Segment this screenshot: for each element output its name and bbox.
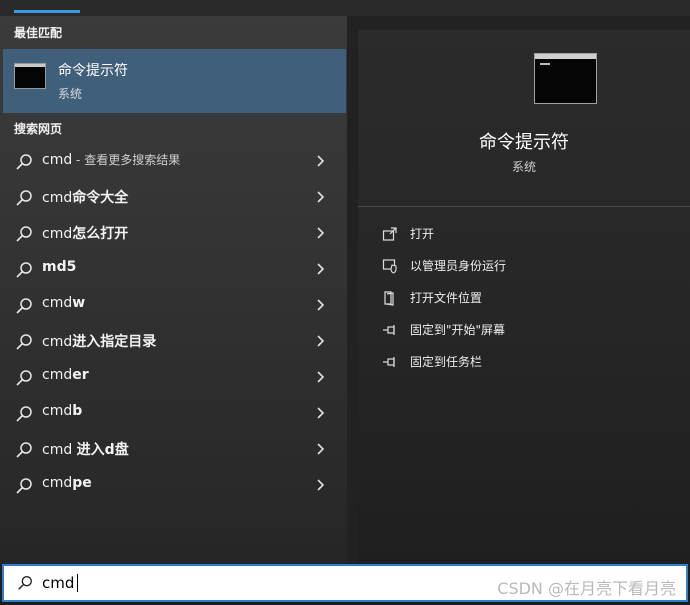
best-match-item[interactable]: 命令提示符 系统 <box>3 49 346 113</box>
web-result-item[interactable]: cmd进入指定目录 <box>0 323 347 359</box>
action-label: 打开文件位置 <box>410 291 483 305</box>
action-label: 打开 <box>410 227 435 241</box>
chevron-right-icon <box>317 299 325 311</box>
chevron-right-icon <box>317 335 325 347</box>
top-strip <box>0 0 690 16</box>
action-label: 固定到任务栏 <box>410 355 483 369</box>
folder-location-icon <box>384 291 394 306</box>
web-result-item[interactable]: cmd 进入d盘 <box>0 431 347 467</box>
best-match-heading: 最佳匹配 <box>14 26 63 40</box>
web-result-item[interactable]: cmdw <box>0 287 347 323</box>
search-icon <box>16 226 32 242</box>
results-pane: 最佳匹配 命令提示符 系统 搜索网页 cmd - 查看更多搜索结果 cmd命令大… <box>0 16 347 564</box>
best-match-title: 命令提示符 <box>58 63 128 79</box>
search-icon <box>16 478 32 494</box>
web-search-heading: 搜索网页 <box>14 122 63 136</box>
search-icon <box>16 190 32 206</box>
search-icon <box>16 334 32 350</box>
preview-pane: 命令提示符 系统 打开 以管理员身份运行 打开文件位置 固定到"开始"屏幕 固定… <box>358 30 690 564</box>
chevron-right-icon <box>317 191 325 203</box>
shield-icon <box>382 259 397 274</box>
chevron-right-icon <box>317 227 325 239</box>
search-icon <box>16 406 32 422</box>
best-match-subtitle: 系统 <box>58 87 83 101</box>
open-icon <box>382 227 397 241</box>
pin-icon <box>383 325 395 335</box>
action-list: 打开 以管理员身份运行 打开文件位置 固定到"开始"屏幕 固定到任务栏 <box>358 222 690 382</box>
web-result-label: cmd进入指定目录 <box>42 334 157 350</box>
active-tab-indicator <box>14 10 80 13</box>
divider <box>358 206 690 207</box>
action-pin-to-start[interactable]: 固定到"开始"屏幕 <box>358 318 690 350</box>
command-prompt-icon <box>534 53 597 104</box>
web-search-list: cmd - 查看更多搜索结果 cmd命令大全 cmd怎么打开 md5 cmdw … <box>0 143 347 503</box>
web-result-item[interactable]: cmd命令大全 <box>0 179 347 215</box>
web-result-item[interactable]: md5 <box>0 251 347 287</box>
preview-app-title: 命令提示符 <box>479 132 569 153</box>
chevron-right-icon <box>317 407 325 419</box>
web-result-item[interactable]: cmd怎么打开 <box>0 215 347 251</box>
web-result-label: cmd怎么打开 <box>42 226 129 242</box>
action-open-file-location[interactable]: 打开文件位置 <box>358 286 690 318</box>
action-label: 固定到"开始"屏幕 <box>410 323 506 337</box>
action-open[interactable]: 打开 <box>358 222 690 254</box>
web-result-label: cmd命令大全 <box>42 190 129 206</box>
web-result-item[interactable]: cmdpe <box>0 467 347 503</box>
web-result-item[interactable]: cmdb <box>0 395 347 431</box>
web-result-label: md5 <box>42 259 77 275</box>
chevron-right-icon <box>317 443 325 455</box>
preview-app-subtitle: 系统 <box>511 160 536 174</box>
chevron-right-icon <box>317 371 325 383</box>
web-result-label: cmd - 查看更多搜索结果 <box>42 152 181 168</box>
watermark: CSDN @在月亮下看月亮 <box>497 579 676 598</box>
web-result-item[interactable]: cmder <box>0 359 347 395</box>
action-pin-to-taskbar[interactable]: 固定到任务栏 <box>358 350 690 382</box>
action-label: 以管理员身份运行 <box>410 259 507 273</box>
search-icon <box>16 370 32 386</box>
web-result-label: cmd 进入d盘 <box>42 442 129 458</box>
command-prompt-icon <box>14 63 46 89</box>
search-icon <box>16 298 32 314</box>
search-icon <box>16 442 32 458</box>
text-caret <box>77 574 78 592</box>
web-result-item[interactable]: cmd - 查看更多搜索结果 <box>0 143 347 179</box>
web-result-label: cmder <box>42 367 89 383</box>
search-icon <box>18 576 32 590</box>
chevron-right-icon <box>317 479 325 491</box>
pin-icon <box>383 357 395 367</box>
search-icon <box>16 262 32 278</box>
web-result-label: cmdb <box>42 403 83 419</box>
action-run-as-admin[interactable]: 以管理员身份运行 <box>358 254 690 286</box>
chevron-right-icon <box>317 155 325 167</box>
chevron-right-icon <box>317 263 325 275</box>
web-result-label: cmdpe <box>42 475 92 491</box>
search-icon <box>16 154 32 170</box>
web-result-label: cmdw <box>42 295 86 311</box>
